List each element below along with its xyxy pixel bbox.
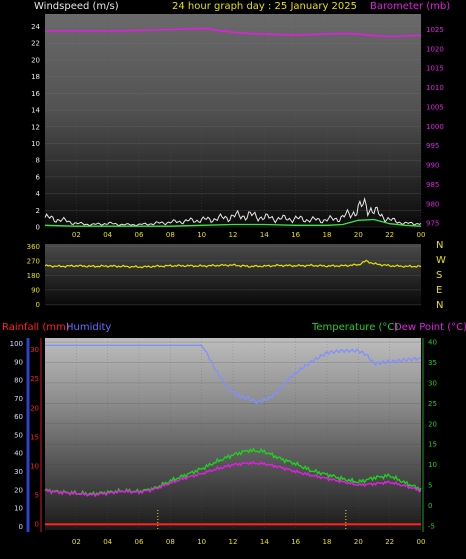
temperature-tick-label: 20 [428,420,437,428]
humidity-tick-label: 50 [14,431,23,439]
direction-compass-label: N [436,300,443,311]
bottom-x-tick-label: 00 [417,538,426,546]
top-x-tick-label: 08 [166,231,175,239]
rainfall-tick-label: 25 [30,375,39,383]
barometer-tick-label: 1000 [426,123,444,131]
top-x-tick-label: 22 [385,231,394,239]
windspeed-tick-label: 14 [31,107,40,115]
temperature-tick-label: -5 [428,522,435,530]
humidity-tick-label: 40 [14,450,23,458]
temperature-tick-label: 35 [428,359,437,367]
rainfall-tick-label: 20 [30,404,39,412]
windspeed-tick-label: 18 [31,73,40,81]
top-x-tick-label: 14 [260,231,269,239]
direction-compass-label: N [436,240,443,251]
humidity-axis-label: Humidity [66,322,111,333]
bottom-x-tick-label: 10 [197,538,206,546]
weather-24h-chart: Windspeed (m/s) 24 hour graph day : 25 J… [2,1,466,546]
dewpoint-axis-label: Dew Point (°C) [394,322,466,333]
barometer-tick-label: 1025 [426,26,444,34]
temperature-tick-label: 0 [428,502,432,510]
temperature-axis-label: Temperature (°C) [311,322,398,333]
top-x-tick-label: 04 [103,231,112,239]
bottom-x-tick-label: 14 [260,538,269,546]
windspeed-tick-label: 20 [31,56,40,64]
chart-title: 24 hour graph day : 25 January 2025 [172,1,357,12]
barometer-tick-label: 980 [426,200,439,208]
top-x-tick-label: 12 [229,231,238,239]
humidity-tick-label: 20 [14,486,23,494]
windspeed-axis-label: Windspeed (m/s) [34,1,119,12]
direction-tick-label: 270 [27,257,40,265]
temperature-tick-label: 5 [428,482,432,490]
humidity-tick-label: 100 [10,340,23,348]
wind-pressure-panel [45,14,421,227]
humidity-tick-label: 0 [19,523,23,531]
bottom-x-tick-label: 18 [323,538,332,546]
temperature-tick-label: 30 [428,379,437,387]
top-x-tick-label: 20 [354,231,363,239]
humidity-tick-label: 80 [14,377,23,385]
barometer-tick-label: 990 [426,162,439,170]
top-x-tick-label: 00 [417,231,426,239]
humidity-tick-label: 70 [14,395,23,403]
barometer-axis-label: Barometer (mb) [370,1,450,12]
top-x-tick-label: 18 [323,231,332,239]
windspeed-tick-label: 0 [36,224,40,232]
rainfall-tick-label: 10 [30,463,39,471]
temperature-tick-label: 25 [428,400,437,408]
bottom-x-tick-label: 22 [385,538,394,546]
barometer-tick-label: 1020 [426,45,444,53]
bottom-x-tick-label: 20 [354,538,363,546]
direction-compass-label: E [436,285,442,296]
windspeed-tick-label: 2 [36,207,40,215]
bottom-x-tick-label: 16 [291,538,300,546]
direction-tick-label: 0 [36,301,40,309]
top-x-tick-label: 10 [197,231,206,239]
top-x-tick-label: 16 [291,231,300,239]
windspeed-tick-label: 22 [31,40,40,48]
windspeed-tick-label: 8 [36,157,40,165]
rainfall-axis-label: Rainfall (mm) [2,322,70,333]
rainfall-tick-label: 0 [35,521,39,529]
direction-tick-label: 90 [31,286,40,294]
barometer-tick-label: 995 [426,142,439,150]
bottom-x-tick-label: 08 [166,538,175,546]
bottom-x-tick-label: 04 [103,538,112,546]
direction-tick-label: 180 [27,272,40,280]
bottom-x-tick-label: 12 [229,538,238,546]
windspeed-tick-label: 16 [31,90,40,98]
humidity-tick-label: 30 [14,468,23,476]
rainfall-tick-label: 5 [35,492,39,500]
windspeed-tick-label: 12 [31,123,40,131]
rainfall-tick-label: 30 [30,346,39,354]
barometer-tick-label: 985 [426,181,439,189]
humidity-tick-label: 90 [14,358,23,366]
windspeed-tick-label: 4 [36,190,41,198]
barometer-tick-label: 1005 [426,103,444,111]
rainfall-tick-label: 15 [30,433,39,441]
bottom-x-tick-label: 02 [72,538,81,546]
top-x-tick-label: 06 [135,231,144,239]
humidity-tick-label: 10 [14,505,23,513]
bottom-x-tick-label: 06 [135,538,144,546]
direction-tick-label: 360 [27,243,40,251]
barometer-tick-label: 1015 [426,65,444,73]
weather-graph-page: Windspeed (m/s) 24 hour graph day : 25 J… [0,0,466,555]
temperature-tick-label: 15 [428,441,437,449]
direction-compass-label: S [436,270,442,281]
windspeed-tick-label: 24 [31,23,40,31]
humidity-tick-label: 60 [14,413,23,421]
top-x-tick-label: 02 [72,231,81,239]
temperature-tick-label: 10 [428,461,437,469]
wind-direction-panel [45,244,421,306]
windspeed-tick-label: 6 [36,173,41,181]
direction-compass-label: W [436,255,446,266]
temperature-tick-label: 40 [428,339,437,347]
barometer-tick-label: 975 [426,220,439,228]
barometer-tick-label: 1010 [426,84,444,92]
windspeed-tick-label: 10 [31,140,40,148]
